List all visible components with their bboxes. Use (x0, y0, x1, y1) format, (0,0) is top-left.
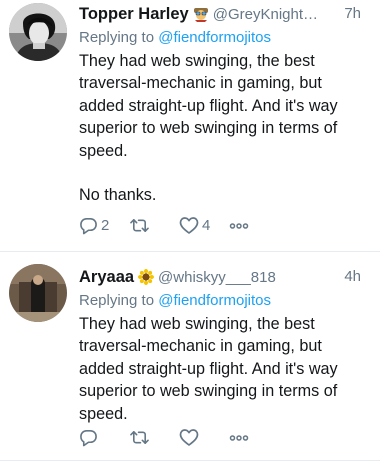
user-handle[interactable]: @whiskyy___818 (158, 269, 276, 286)
retweet-icon (129, 216, 150, 235)
reply-icon (79, 216, 98, 235)
tweet-actions: 2 4 (79, 216, 279, 235)
more-icon (229, 434, 249, 442)
display-name[interactable]: Aryaaa (79, 268, 134, 286)
timestamp[interactable]: 7h (344, 4, 361, 24)
tweet-text: They had web swinging, the best traversa… (79, 313, 365, 425)
tweet-paragraph: They had web swinging, the best traversa… (79, 315, 338, 423)
retweet-button[interactable] (129, 216, 179, 235)
timestamp[interactable]: 4h (344, 267, 361, 287)
sunflower-emoji-icon (138, 269, 155, 291)
replying-handle-link[interactable]: @fiendformojitos (158, 29, 271, 46)
reply-button[interactable] (79, 428, 129, 447)
retweet-icon (129, 428, 150, 447)
avatar[interactable] (9, 264, 67, 322)
tweet-header: Aryaaa @whiskyy___818 4h (79, 267, 372, 287)
reply-count: 2 (101, 217, 110, 234)
tweet-actions (79, 428, 279, 447)
like-button[interactable]: 4 (179, 216, 229, 235)
more-button[interactable] (229, 222, 279, 230)
replying-label: Replying to (79, 29, 155, 46)
avatar[interactable] (9, 3, 67, 61)
tweet-header: Topper Harley @GreyKnight… 7h (79, 4, 372, 24)
retweet-button[interactable] (129, 428, 179, 447)
like-icon (179, 216, 199, 235)
replying-label: Replying to (79, 292, 155, 309)
aviator-emoji-icon (193, 6, 209, 28)
tweet[interactable]: Aryaaa @whiskyy___818 4h Replying to @fi… (0, 252, 380, 461)
replying-to: Replying to @fiendformojitos (79, 28, 372, 48)
like-button[interactable] (179, 428, 229, 447)
replying-to: Replying to @fiendformojitos (79, 291, 372, 311)
like-count: 4 (202, 217, 211, 234)
tweet-paragraph: No thanks. (79, 186, 157, 205)
more-button[interactable] (229, 434, 279, 442)
like-icon (179, 428, 199, 447)
display-name[interactable]: Topper Harley (79, 5, 189, 23)
more-icon (229, 222, 249, 230)
tweet-paragraph: They had web swinging, the best traversa… (79, 52, 338, 160)
reply-button[interactable]: 2 (79, 216, 129, 235)
tweet-text: They had web swinging, the best traversa… (79, 50, 365, 206)
replying-handle-link[interactable]: @fiendformojitos (158, 292, 271, 309)
tweet[interactable]: Topper Harley @GreyKnight… 7h Replying t… (0, 0, 380, 252)
user-handle[interactable]: @GreyKnight… (213, 6, 318, 23)
reply-icon (79, 428, 98, 447)
